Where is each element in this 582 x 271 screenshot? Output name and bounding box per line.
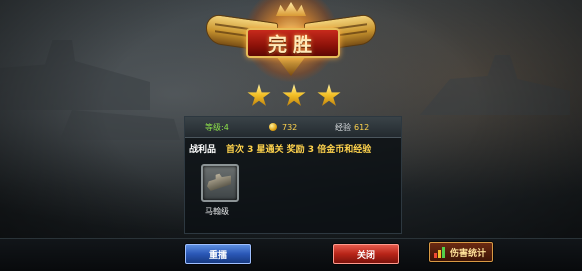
victory-emblem: 完胜	[206, 0, 376, 82]
stats-bar: 等级:4 732 经验 612	[185, 117, 401, 138]
warship-icon	[204, 170, 233, 191]
first-clear-bonus-text: 首次 3 星通关 奖励 3 倍金币和经验	[226, 145, 372, 155]
victory-title: 完胜	[267, 33, 318, 56]
retry-label: 重擂	[208, 250, 227, 261]
level-text: 等级:4	[205, 122, 229, 132]
exp-value: 612	[354, 122, 370, 132]
star-rating	[247, 84, 341, 110]
gold-reward: 732	[269, 123, 297, 132]
loot-header: 战利品 首次 3 星通关 奖励 3 倍金币和经验	[189, 142, 371, 155]
rewards-panel: 等级:4 732 经验 612 战利品 首次 3 星通关 奖励 3 倍金币和经验 马…	[184, 116, 402, 234]
damage-stats-label: 伤害统计	[450, 248, 487, 259]
bottom-action-bar	[0, 238, 582, 271]
bar-chart-icon	[434, 246, 446, 258]
gold-coin-icon	[269, 123, 277, 131]
close-button[interactable]: 关闭	[333, 244, 399, 264]
loot-item-name: 马翰级	[205, 207, 229, 216]
exp-reward: 经验 612	[335, 122, 369, 133]
gold-value: 732	[282, 122, 298, 132]
retry-button[interactable]: 重擂	[185, 244, 251, 264]
star-icon	[247, 84, 271, 106]
loot-label: 战利品	[189, 145, 217, 155]
star-icon	[317, 84, 341, 106]
exp-label: 经验	[335, 122, 351, 132]
damage-stats-button[interactable]: 伤害统计	[429, 242, 493, 262]
close-label: 关闭	[356, 250, 375, 261]
star-icon	[282, 84, 306, 106]
victory-plaque: 完胜	[246, 28, 340, 58]
loot-item-slot[interactable]	[201, 164, 239, 202]
